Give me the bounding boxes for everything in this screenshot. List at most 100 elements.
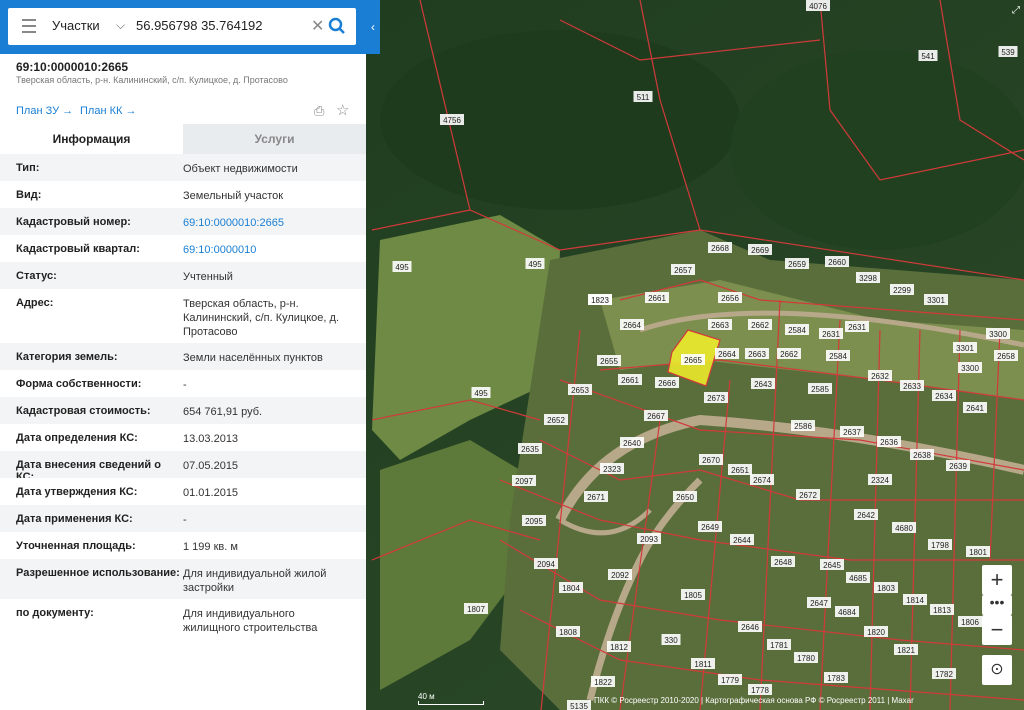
parcel-label[interactable]: 2662 — [780, 350, 798, 359]
parcel-label[interactable]: 2661 — [621, 376, 639, 385]
parcel-label[interactable]: 3301 — [927, 296, 945, 305]
parcel-label[interactable]: 4684 — [838, 608, 856, 617]
parcel-label[interactable]: 4076 — [809, 2, 827, 11]
parcel-label[interactable]: 2655 — [600, 357, 618, 366]
parcel-label[interactable]: 2324 — [871, 476, 889, 485]
parcel-label[interactable]: 1780 — [797, 654, 815, 663]
parcel-label[interactable]: 1814 — [906, 596, 924, 605]
close-icon[interactable]: ✕ — [311, 16, 324, 36]
parcel-label[interactable]: 495 — [474, 389, 488, 398]
parcel-label[interactable]: 2653 — [571, 386, 589, 395]
parcel-label[interactable]: 541 — [921, 52, 935, 61]
parcel-label[interactable]: 4680 — [895, 524, 913, 533]
parcel-label[interactable]: 2641 — [966, 404, 984, 413]
parcel-label[interactable]: 2584 — [788, 326, 806, 335]
parcel-label[interactable]: 1781 — [770, 641, 788, 650]
parcel-label[interactable]: 511 — [637, 93, 650, 102]
parcel-label[interactable]: 495 — [395, 263, 409, 272]
parcel-label[interactable]: 2634 — [935, 392, 953, 401]
parcel-label[interactable]: 2584 — [829, 352, 847, 361]
tab-information[interactable]: Информация — [0, 124, 183, 154]
parcel-label[interactable]: 330 — [664, 636, 678, 645]
parcel-label[interactable]: 3298 — [859, 274, 877, 283]
parcel-label[interactable]: 2657 — [674, 266, 692, 275]
parcel-label[interactable]: 2666 — [658, 379, 676, 388]
parcel-label[interactable]: 2656 — [721, 294, 739, 303]
parcel-label[interactable]: 1782 — [935, 670, 953, 679]
parcel-label[interactable]: 1812 — [610, 643, 628, 652]
parcel-label[interactable]: 2672 — [799, 491, 817, 500]
parcel-label[interactable]: 2635 — [521, 445, 539, 454]
info-row-link[interactable]: 69:10:0000010 — [183, 243, 353, 257]
parcel-label[interactable]: 2659 — [788, 260, 806, 269]
info-row-link[interactable]: 69:10:0000010:2665 — [183, 216, 353, 230]
parcel-label[interactable]: 2640 — [623, 439, 641, 448]
parcel-label[interactable]: 2645 — [823, 561, 841, 570]
chevron-down-icon[interactable]: ⌵ — [116, 18, 125, 33]
parcel-label[interactable]: 1808 — [559, 628, 577, 637]
parcel-label[interactable]: 1783 — [827, 674, 845, 683]
parcel-label[interactable]: 2097 — [515, 477, 533, 486]
parcel-label[interactable]: 2664 — [718, 350, 736, 359]
parcel-label[interactable]: 1821 — [897, 646, 915, 655]
parcel-label[interactable]: 5135 — [570, 702, 588, 710]
parcel-label[interactable]: 2642 — [857, 511, 875, 520]
parcel-label[interactable]: 2669 — [751, 246, 769, 255]
parcel-label[interactable]: 2662 — [751, 321, 769, 330]
search-box[interactable]: Участки ⌵ ✕ — [8, 8, 356, 45]
parcel-label[interactable]: 2651 — [731, 466, 749, 475]
parcel-label[interactable]: 2647 — [810, 599, 828, 608]
parcel-label[interactable]: 2674 — [753, 476, 771, 485]
parcel-label[interactable]: 1806 — [961, 618, 979, 627]
parcel-label[interactable]: 2093 — [640, 535, 658, 544]
parcel-label[interactable]: 2092 — [611, 571, 629, 580]
search-icon[interactable] — [328, 17, 346, 35]
more-options-button[interactable]: ••• — [982, 595, 1012, 615]
parcel-label[interactable]: 2633 — [903, 382, 921, 391]
parcel-label[interactable]: 2585 — [811, 385, 829, 394]
parcel-label[interactable]: 2632 — [871, 372, 889, 381]
parcel-label[interactable]: 2661 — [648, 294, 666, 303]
parcel-label[interactable]: 3300 — [961, 364, 979, 373]
parcel-label[interactable]: 2663 — [711, 321, 729, 330]
parcel-label[interactable]: 2299 — [893, 286, 911, 295]
compass-icon[interactable]: ⊙ — [982, 655, 1012, 685]
parcel-label[interactable]: 2639 — [949, 462, 967, 471]
parcel-label[interactable]: 1805 — [684, 591, 702, 600]
parcel-label[interactable]: 2631 — [848, 323, 866, 332]
parcel-label[interactable]: 2673 — [707, 394, 725, 403]
tab-services[interactable]: Услуги — [183, 124, 366, 154]
parcel-label[interactable]: 2095 — [525, 517, 543, 526]
parcel-label[interactable]: 2665 — [684, 356, 702, 365]
parcel-label[interactable]: 2323 — [603, 465, 621, 474]
zoom-in-button[interactable]: + — [982, 565, 1012, 595]
parcel-label[interactable]: 2637 — [843, 428, 861, 437]
parcel-label[interactable]: 1778 — [751, 686, 769, 695]
parcel-label[interactable]: 1822 — [594, 678, 612, 687]
parcel-label[interactable]: 1807 — [467, 605, 485, 614]
parcel-label[interactable]: 1779 — [721, 676, 739, 685]
parcel-label[interactable]: 2670 — [702, 456, 720, 465]
parcel-label[interactable]: 1820 — [867, 628, 885, 637]
parcel-label[interactable]: 2663 — [748, 350, 766, 359]
parcel-label[interactable]: 2664 — [623, 321, 641, 330]
parcel-label[interactable]: 2646 — [741, 623, 759, 632]
parcel-label[interactable]: 2671 — [587, 493, 605, 502]
parcel-label[interactable]: 2649 — [701, 523, 719, 532]
search-type-select[interactable]: Участки — [52, 18, 100, 33]
parcel-label[interactable]: 1798 — [931, 541, 949, 550]
collapse-panel-button[interactable]: ‹ — [366, 0, 380, 54]
parcel-label[interactable]: 2650 — [676, 493, 694, 502]
plan-kk-link[interactable]: План КК → — [80, 105, 136, 117]
search-input[interactable] — [136, 18, 306, 33]
star-icon[interactable]: ☆ — [336, 101, 349, 119]
parcel-label[interactable]: 1801 — [969, 548, 987, 557]
parcel-label[interactable]: 2643 — [754, 380, 772, 389]
parcel-label[interactable]: 3300 — [989, 330, 1007, 339]
parcel-label[interactable]: 1811 — [694, 660, 712, 669]
parcel-label[interactable]: 2652 — [547, 416, 565, 425]
parcel-label[interactable]: 2636 — [880, 438, 898, 447]
plan-zu-link[interactable]: План ЗУ → — [16, 105, 73, 117]
parcel-label[interactable]: 4685 — [849, 574, 867, 583]
parcel-label[interactable]: 1823 — [591, 296, 609, 305]
